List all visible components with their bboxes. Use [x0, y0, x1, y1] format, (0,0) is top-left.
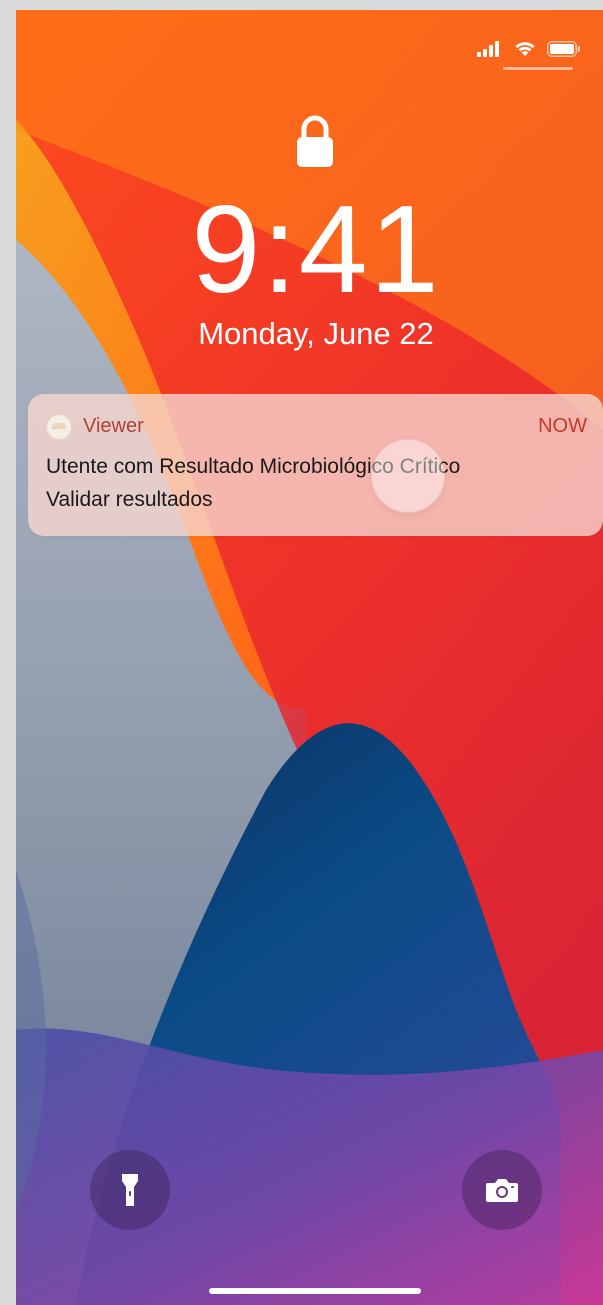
status-divider: [503, 67, 573, 70]
lock-screen-date: Monday, June 22: [198, 316, 434, 351]
notification-app-name: Viewer: [83, 415, 144, 437]
battery-icon: [547, 40, 580, 57]
lock-icon: [297, 115, 333, 167]
wifi-icon: [515, 42, 535, 56]
touch-indicator: [372, 440, 444, 512]
cellular-signal-icon: [477, 40, 499, 57]
lock-screen-time: 9:41: [191, 181, 441, 319]
viewer-app-icon: [46, 414, 72, 440]
camera-button[interactable]: [462, 1150, 542, 1230]
notification-time: NOW: [538, 415, 587, 437]
notification-body: Validar resultados: [46, 488, 213, 511]
camera-icon: [486, 1179, 518, 1202]
notification-card[interactable]: Viewer NOW Utente com Resultado Microbio…: [28, 394, 603, 536]
status-bar: [477, 40, 581, 57]
phone-lock-screen: 9:41 Monday, June 22 Viewer NOW Utente c…: [16, 10, 603, 1305]
flashlight-button[interactable]: [90, 1150, 170, 1230]
home-indicator[interactable]: [209, 1288, 421, 1294]
flashlight-icon: [122, 1174, 138, 1206]
